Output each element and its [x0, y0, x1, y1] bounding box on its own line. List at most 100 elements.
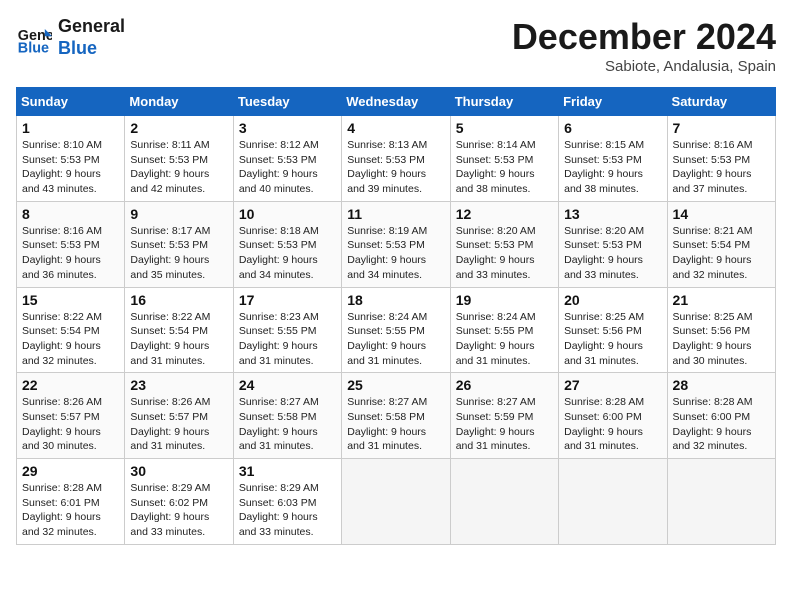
day-info: Sunrise: 8:24 AM Sunset: 5:55 PM Dayligh…: [347, 310, 444, 369]
calendar-cell: [342, 459, 450, 545]
week-row-4: 22 Sunrise: 8:26 AM Sunset: 5:57 PM Dayli…: [17, 373, 776, 459]
day-info: Sunrise: 8:19 AM Sunset: 5:53 PM Dayligh…: [347, 224, 444, 283]
day-number: 7: [673, 120, 770, 136]
day-number: 29: [22, 463, 119, 479]
calendar-table: SundayMondayTuesdayWednesdayThursdayFrid…: [16, 87, 776, 545]
week-row-1: 1 Sunrise: 8:10 AM Sunset: 5:53 PM Daylig…: [17, 116, 776, 202]
calendar-cell: 18 Sunrise: 8:24 AM Sunset: 5:55 PM Dayli…: [342, 287, 450, 373]
calendar-cell: 15 Sunrise: 8:22 AM Sunset: 5:54 PM Dayli…: [17, 287, 125, 373]
calendar-cell: 24 Sunrise: 8:27 AM Sunset: 5:58 PM Dayli…: [233, 373, 341, 459]
calendar-cell: 17 Sunrise: 8:23 AM Sunset: 5:55 PM Dayli…: [233, 287, 341, 373]
calendar-cell: 2 Sunrise: 8:11 AM Sunset: 5:53 PM Daylig…: [125, 116, 233, 202]
header: General Blue General Blue December 2024 …: [16, 16, 776, 75]
day-info: Sunrise: 8:16 AM Sunset: 5:53 PM Dayligh…: [673, 138, 770, 197]
day-number: 30: [130, 463, 227, 479]
day-info: Sunrise: 8:27 AM Sunset: 5:58 PM Dayligh…: [239, 395, 336, 454]
day-number: 21: [673, 292, 770, 308]
calendar-cell: 1 Sunrise: 8:10 AM Sunset: 5:53 PM Daylig…: [17, 116, 125, 202]
day-info: Sunrise: 8:20 AM Sunset: 5:53 PM Dayligh…: [456, 224, 553, 283]
calendar-cell: 11 Sunrise: 8:19 AM Sunset: 5:53 PM Dayli…: [342, 201, 450, 287]
weekday-header-thursday: Thursday: [450, 88, 558, 116]
calendar-cell: 26Sunrise: 8:27 AM Sunset: 5:59 PM Dayli…: [450, 373, 558, 459]
month-title: December 2024: [512, 16, 776, 58]
calendar-cell: 5 Sunrise: 8:14 AM Sunset: 5:53 PM Daylig…: [450, 116, 558, 202]
day-number: 3: [239, 120, 336, 136]
day-info: Sunrise: 8:28 AM Sunset: 6:00 PM Dayligh…: [673, 395, 770, 454]
calendar-cell: 23Sunrise: 8:26 AM Sunset: 5:57 PM Dayli…: [125, 373, 233, 459]
location-subtitle: Sabiote, Andalusia, Spain: [512, 58, 776, 75]
weekday-header-sunday: Sunday: [17, 88, 125, 116]
day-number: 20: [564, 292, 661, 308]
day-info: Sunrise: 8:14 AM Sunset: 5:53 PM Dayligh…: [456, 138, 553, 197]
day-info: Sunrise: 8:13 AM Sunset: 5:53 PM Dayligh…: [347, 138, 444, 197]
day-number: 15: [22, 292, 119, 308]
calendar-cell: 16Sunrise: 8:22 AM Sunset: 5:54 PM Dayli…: [125, 287, 233, 373]
day-number: 13: [564, 206, 661, 222]
day-info: Sunrise: 8:25 AM Sunset: 5:56 PM Dayligh…: [673, 310, 770, 369]
day-number: 4: [347, 120, 444, 136]
calendar-cell: 8 Sunrise: 8:16 AM Sunset: 5:53 PM Daylig…: [17, 201, 125, 287]
logo-line2: Blue: [58, 38, 125, 60]
calendar-cell: 28 Sunrise: 8:28 AM Sunset: 6:00 PM Dayli…: [667, 373, 775, 459]
calendar-cell: 19Sunrise: 8:24 AM Sunset: 5:55 PM Dayli…: [450, 287, 558, 373]
calendar-cell: 10 Sunrise: 8:18 AM Sunset: 5:53 PM Dayli…: [233, 201, 341, 287]
day-info: Sunrise: 8:23 AM Sunset: 5:55 PM Dayligh…: [239, 310, 336, 369]
day-number: 14: [673, 206, 770, 222]
weekday-header-row: SundayMondayTuesdayWednesdayThursdayFrid…: [17, 88, 776, 116]
weekday-header-saturday: Saturday: [667, 88, 775, 116]
weekday-header-tuesday: Tuesday: [233, 88, 341, 116]
day-info: Sunrise: 8:18 AM Sunset: 5:53 PM Dayligh…: [239, 224, 336, 283]
calendar-cell: 4 Sunrise: 8:13 AM Sunset: 5:53 PM Daylig…: [342, 116, 450, 202]
day-number: 24: [239, 377, 336, 393]
calendar-cell: 13Sunrise: 8:20 AM Sunset: 5:53 PM Dayli…: [559, 201, 667, 287]
calendar-cell: 14 Sunrise: 8:21 AM Sunset: 5:54 PM Dayli…: [667, 201, 775, 287]
logo: General Blue General Blue: [16, 16, 125, 59]
calendar-cell: 29 Sunrise: 8:28 AM Sunset: 6:01 PM Dayli…: [17, 459, 125, 545]
day-number: 28: [673, 377, 770, 393]
day-number: 17: [239, 292, 336, 308]
weekday-header-friday: Friday: [559, 88, 667, 116]
day-number: 2: [130, 120, 227, 136]
day-info: Sunrise: 8:29 AM Sunset: 6:03 PM Dayligh…: [239, 481, 336, 540]
calendar-cell: 9Sunrise: 8:17 AM Sunset: 5:53 PM Daylig…: [125, 201, 233, 287]
day-info: Sunrise: 8:17 AM Sunset: 5:53 PM Dayligh…: [130, 224, 227, 283]
day-info: Sunrise: 8:22 AM Sunset: 5:54 PM Dayligh…: [22, 310, 119, 369]
day-number: 8: [22, 206, 119, 222]
day-info: Sunrise: 8:24 AM Sunset: 5:55 PM Dayligh…: [456, 310, 553, 369]
day-info: Sunrise: 8:16 AM Sunset: 5:53 PM Dayligh…: [22, 224, 119, 283]
day-info: Sunrise: 8:26 AM Sunset: 5:57 PM Dayligh…: [130, 395, 227, 454]
day-number: 31: [239, 463, 336, 479]
calendar-cell: 31 Sunrise: 8:29 AM Sunset: 6:03 PM Dayli…: [233, 459, 341, 545]
calendar-cell: [667, 459, 775, 545]
day-info: Sunrise: 8:12 AM Sunset: 5:53 PM Dayligh…: [239, 138, 336, 197]
day-info: Sunrise: 8:10 AM Sunset: 5:53 PM Dayligh…: [22, 138, 119, 197]
day-number: 10: [239, 206, 336, 222]
calendar-cell: 21 Sunrise: 8:25 AM Sunset: 5:56 PM Dayli…: [667, 287, 775, 373]
day-info: Sunrise: 8:21 AM Sunset: 5:54 PM Dayligh…: [673, 224, 770, 283]
day-number: 1: [22, 120, 119, 136]
day-number: 25: [347, 377, 444, 393]
calendar-body: 1 Sunrise: 8:10 AM Sunset: 5:53 PM Daylig…: [17, 116, 776, 545]
day-number: 18: [347, 292, 444, 308]
day-info: Sunrise: 8:25 AM Sunset: 5:56 PM Dayligh…: [564, 310, 661, 369]
svg-text:Blue: Blue: [18, 40, 49, 56]
day-info: Sunrise: 8:11 AM Sunset: 5:53 PM Dayligh…: [130, 138, 227, 197]
calendar-cell: [450, 459, 558, 545]
day-number: 5: [456, 120, 553, 136]
logo-line1: General: [58, 16, 125, 38]
calendar-cell: 25 Sunrise: 8:27 AM Sunset: 5:58 PM Dayli…: [342, 373, 450, 459]
title-area: December 2024 Sabiote, Andalusia, Spain: [512, 16, 776, 75]
day-info: Sunrise: 8:28 AM Sunset: 6:00 PM Dayligh…: [564, 395, 661, 454]
calendar-cell: 3 Sunrise: 8:12 AM Sunset: 5:53 PM Daylig…: [233, 116, 341, 202]
calendar-cell: 7 Sunrise: 8:16 AM Sunset: 5:53 PM Daylig…: [667, 116, 775, 202]
day-info: Sunrise: 8:27 AM Sunset: 5:58 PM Dayligh…: [347, 395, 444, 454]
day-number: 22: [22, 377, 119, 393]
week-row-3: 15 Sunrise: 8:22 AM Sunset: 5:54 PM Dayli…: [17, 287, 776, 373]
day-number: 6: [564, 120, 661, 136]
day-number: 11: [347, 206, 444, 222]
week-row-2: 8 Sunrise: 8:16 AM Sunset: 5:53 PM Daylig…: [17, 201, 776, 287]
calendar-cell: 22 Sunrise: 8:26 AM Sunset: 5:57 PM Dayli…: [17, 373, 125, 459]
day-info: Sunrise: 8:26 AM Sunset: 5:57 PM Dayligh…: [22, 395, 119, 454]
day-info: Sunrise: 8:28 AM Sunset: 6:01 PM Dayligh…: [22, 481, 119, 540]
day-number: 27: [564, 377, 661, 393]
